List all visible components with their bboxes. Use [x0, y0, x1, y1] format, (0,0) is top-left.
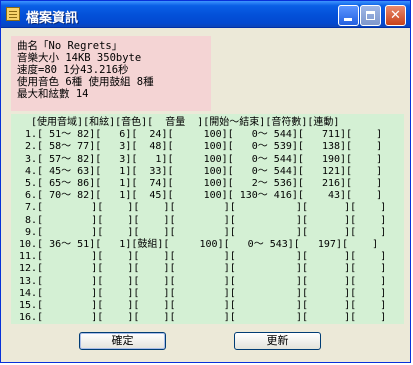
track-row: 15.[ ][ ][ ][ ][ ][ ][ ]	[19, 300, 387, 312]
refresh-button[interactable]: 更新	[234, 332, 321, 350]
track-row: 10.[ 36～ 51][ 1][鼓組][ 100][ 0～ 543][ 197…	[19, 239, 379, 251]
track-row: 16.[ ][ ][ ][ ][ ][ ][ ]	[19, 312, 387, 324]
maximize-button[interactable]	[360, 5, 381, 26]
track-row: 7.[ ][ ][ ][ ][ ][ ][ ]	[19, 202, 387, 214]
track-row: 4.[ 45～ 63][ 1][ 33][ 100][ 0～ 544][ 121…	[19, 165, 383, 177]
close-button[interactable]: ✕	[385, 5, 406, 26]
track-row: 8.[ ][ ][ ][ ][ ][ ][ ]	[19, 214, 387, 226]
info-line-instruments: 使用音色 6種 使用鼓組 8種	[17, 76, 154, 88]
track-row: 9.[ ][ ][ ][ ][ ][ ][ ]	[19, 226, 387, 238]
maximize-icon	[366, 11, 375, 20]
song-info-panel: 曲名「No Regrets」 音樂大小 14KB 350byte 速度=80 1…	[11, 36, 211, 111]
file-info-dialog: 檔案資訊 ✕ 曲名「No Regrets」 音樂大小 14KB 350byte …	[0, 0, 411, 363]
minimize-icon	[344, 18, 352, 21]
info-line-tempo: 速度=80 1分43.216秒	[17, 64, 129, 76]
track-table: [使用音域][和絃][音色][ 音量 ][開始～結束][音符數][連動] 1.[…	[11, 114, 404, 324]
info-line-size: 音樂大小 14KB 350byte	[17, 52, 142, 64]
window-title: 檔案資訊	[26, 11, 79, 26]
track-row: 2.[ 58～ 77][ 3][ 48][ 100][ 0～ 539][ 138…	[19, 141, 383, 153]
info-line-title: 曲名「No Regrets」	[17, 40, 123, 52]
track-row: 12.[ ][ ][ ][ ][ ][ ][ ]	[19, 263, 387, 275]
track-row: 5.[ 65～ 86][ 1][ 74][ 100][ 2～ 536][ 216…	[19, 178, 383, 190]
close-icon: ✕	[390, 8, 401, 23]
track-row: 6.[ 70～ 82][ 1][ 45][ 100][ 130～ 416][ 4…	[19, 190, 383, 202]
track-row: 13.[ ][ ][ ][ ][ ][ ][ ]	[19, 275, 387, 287]
track-row: 11.[ ][ ][ ][ ][ ][ ][ ]	[19, 251, 387, 263]
track-row: 1.[ 51～ 82][ 6][ 24][ 100][ 0～ 544][ 711…	[19, 129, 383, 141]
info-line-max-chord: 最大和絃數 14	[17, 88, 89, 100]
minimize-button[interactable]	[338, 5, 359, 26]
track-table-header: [使用音域][和絃][音色][ 音量 ][開始～結束][音符數][連動]	[19, 117, 340, 128]
title-bar[interactable]: 檔案資訊 ✕	[1, 1, 410, 28]
app-icon	[6, 7, 20, 21]
track-row: 14.[ ][ ][ ][ ][ ][ ][ ]	[19, 287, 387, 299]
ok-button[interactable]: 確定	[79, 332, 166, 350]
track-row: 3.[ 57～ 82][ 3][ 1][ 100][ 0～ 544][ 190]…	[19, 153, 383, 165]
